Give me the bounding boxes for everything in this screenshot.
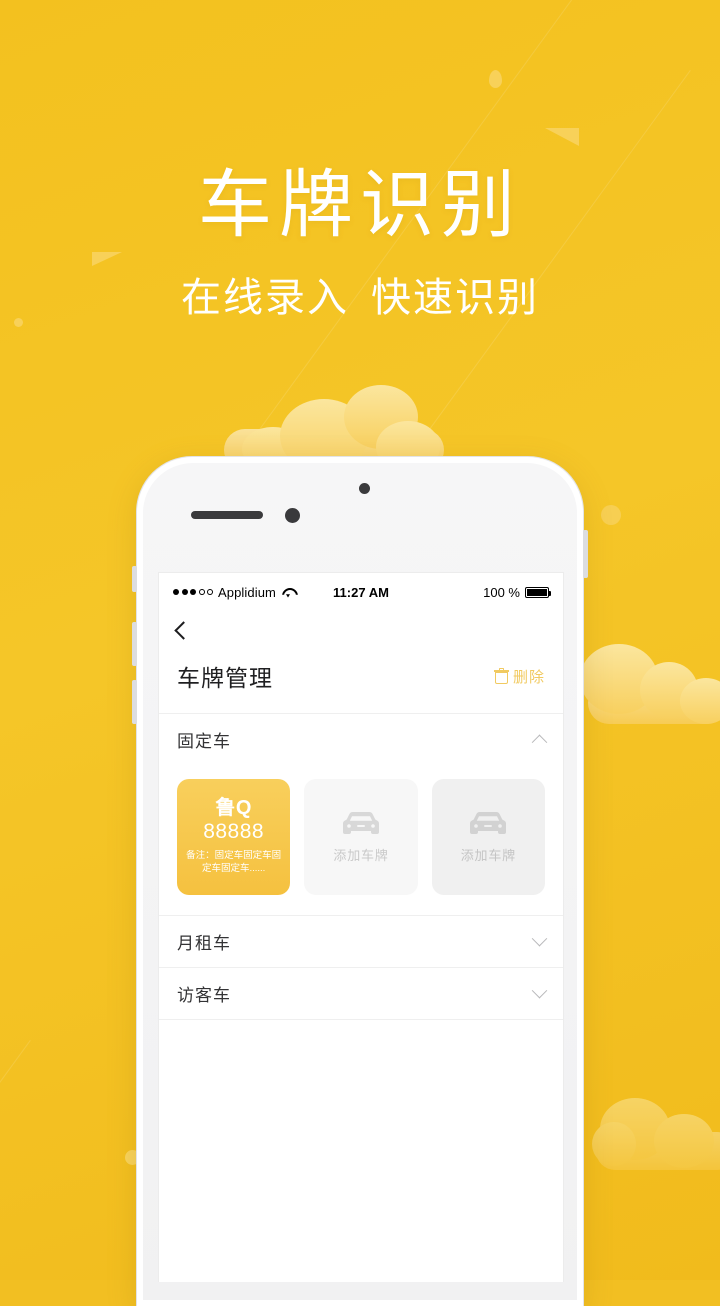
battery-icon [525,586,551,598]
plate-remark-label: 备注：固定车固定车固定车固定车...... [186,850,282,875]
empty-content-area [159,1019,563,1279]
page-header: 车牌管理 删除 [159,649,563,713]
status-bar: Applidium 11:27 AM 100 % [159,573,563,611]
promo-subtitle-right: 快速识别 [371,276,539,320]
status-bar-clock: 11:27 AM [333,584,389,600]
delete-button-label: 删除 [512,668,545,686]
phone-front-camera-icon [285,508,300,523]
navigation-bar [159,611,563,649]
plate-card[interactable]: 鲁Q 88888 备注：固定车固定车固定车固定车...... [177,779,291,895]
chevron-down-icon [531,930,548,947]
phone-power-button [583,530,588,578]
phone-screen: Applidium 11:27 AM 100 % 车牌管理 删除 固定车 鲁Q … [158,572,564,1282]
add-plate-label: 添加车牌 [333,848,389,863]
phone-proximity-sensor-icon [359,483,370,494]
add-plate-card[interactable]: 添加车牌 [304,779,418,895]
screen-content: 固定车 鲁Q 88888 备注：固定车固定车固定车固定车...... 添加车牌 [159,713,563,1279]
section-label: 月租车 [177,934,231,953]
decorative-dot [601,505,621,525]
promo-subtitle-left: 在线录入 [181,276,349,320]
page-title: 车牌管理 [177,665,273,691]
chevron-left-icon[interactable] [174,620,193,640]
phone-volume-up-button [132,622,137,666]
sidebar-item-visitor-vehicles[interactable]: 访客车 [159,967,563,1019]
add-plate-card[interactable]: 添加车牌 [431,779,545,895]
phone-speaker-grille [191,511,263,519]
section-label: 固定车 [177,732,231,751]
cloud-decoration [580,630,720,724]
phone-volume-down-button [132,680,137,724]
cloud-decoration [592,1088,720,1170]
plate-card-grid: 鲁Q 88888 备注：固定车固定车固定车固定车...... 添加车牌 添加车牌 [159,765,563,915]
car-icon [470,811,507,834]
chevron-up-icon [531,734,548,751]
chevron-down-icon [531,982,548,999]
delete-button[interactable]: 删除 [493,666,545,687]
plate-province-label: 鲁Q [215,797,252,820]
add-plate-label: 添加车牌 [460,848,516,863]
sidebar-item-fixed-vehicles[interactable]: 固定车 [159,713,563,765]
car-icon [342,811,379,834]
promo-title: 车牌识别 [198,163,522,246]
decorative-dot [489,70,502,88]
sidebar-item-monthly-vehicles[interactable]: 月租车 [159,915,563,967]
plate-number-label: 88888 [203,820,265,844]
trash-icon [493,667,509,684]
promo-subtitle: 在线录入 快速识别 [0,278,720,318]
promo-text-block: 车牌识别 在线录入 快速识别 [0,163,720,319]
decorative-dot [14,318,23,327]
phone-silent-switch [132,566,137,592]
decorative-triangle [545,128,579,146]
section-label: 访客车 [177,986,231,1005]
